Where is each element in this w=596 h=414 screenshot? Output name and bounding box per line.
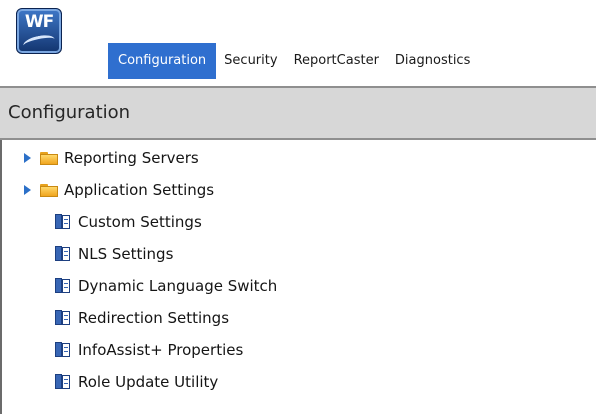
logo-text: WF (24, 12, 54, 32)
tab-diagnostics[interactable]: Diagnostics (387, 43, 478, 79)
panel-title-bar: Configuration (0, 86, 596, 140)
tree-item-infoassist-properties[interactable]: InfoAssist+ Properties (54, 336, 243, 364)
configuration-tree: Reporting Servers Application Settings C… (0, 140, 596, 414)
tree-folder-label: Application Settings (64, 181, 215, 199)
folder-icon (40, 151, 58, 165)
tree-item-label: Dynamic Language Switch (78, 277, 278, 295)
logo-swoosh (21, 32, 57, 53)
top-bar: WF Configuration Security ReportCaster D… (0, 0, 596, 86)
settings-doc-icon (54, 277, 70, 295)
folder-icon (40, 183, 58, 197)
tree-item-label: InfoAssist+ Properties (78, 341, 244, 359)
tree-folder-reporting-servers[interactable]: Reporting Servers (24, 144, 199, 172)
tree-item-nls-settings[interactable]: NLS Settings (54, 240, 173, 268)
settings-doc-icon (54, 213, 70, 231)
tab-configuration[interactable]: Configuration (108, 43, 217, 79)
settings-doc-icon (54, 309, 70, 327)
tree-item-label: NLS Settings (78, 245, 174, 263)
tree-folder-label: Reporting Servers (64, 149, 199, 167)
tree-item-redirection-settings[interactable]: Redirection Settings (54, 304, 229, 332)
expand-arrow-icon[interactable] (24, 185, 31, 195)
settings-doc-icon (54, 373, 70, 391)
settings-doc-icon (54, 245, 70, 263)
main-tabs: Configuration Security ReportCaster Diag… (108, 43, 478, 79)
tree-item-custom-settings[interactable]: Custom Settings (54, 208, 202, 236)
tree-item-label: Redirection Settings (78, 309, 230, 327)
tab-reportcaster[interactable]: ReportCaster (286, 43, 387, 79)
tree-item-label: Custom Settings (78, 213, 202, 231)
webfocus-logo: WF (16, 8, 62, 54)
tree-item-label: Role Update Utility (78, 373, 219, 391)
tree-folder-application-settings[interactable]: Application Settings (24, 176, 215, 204)
settings-doc-icon (54, 341, 70, 359)
expand-arrow-icon[interactable] (24, 153, 31, 163)
panel-title: Configuration (8, 102, 131, 123)
tab-security[interactable]: Security (216, 43, 285, 79)
tree-item-dynamic-language-switch[interactable]: Dynamic Language Switch (54, 272, 277, 300)
tree-item-role-update-utility[interactable]: Role Update Utility (54, 368, 218, 396)
